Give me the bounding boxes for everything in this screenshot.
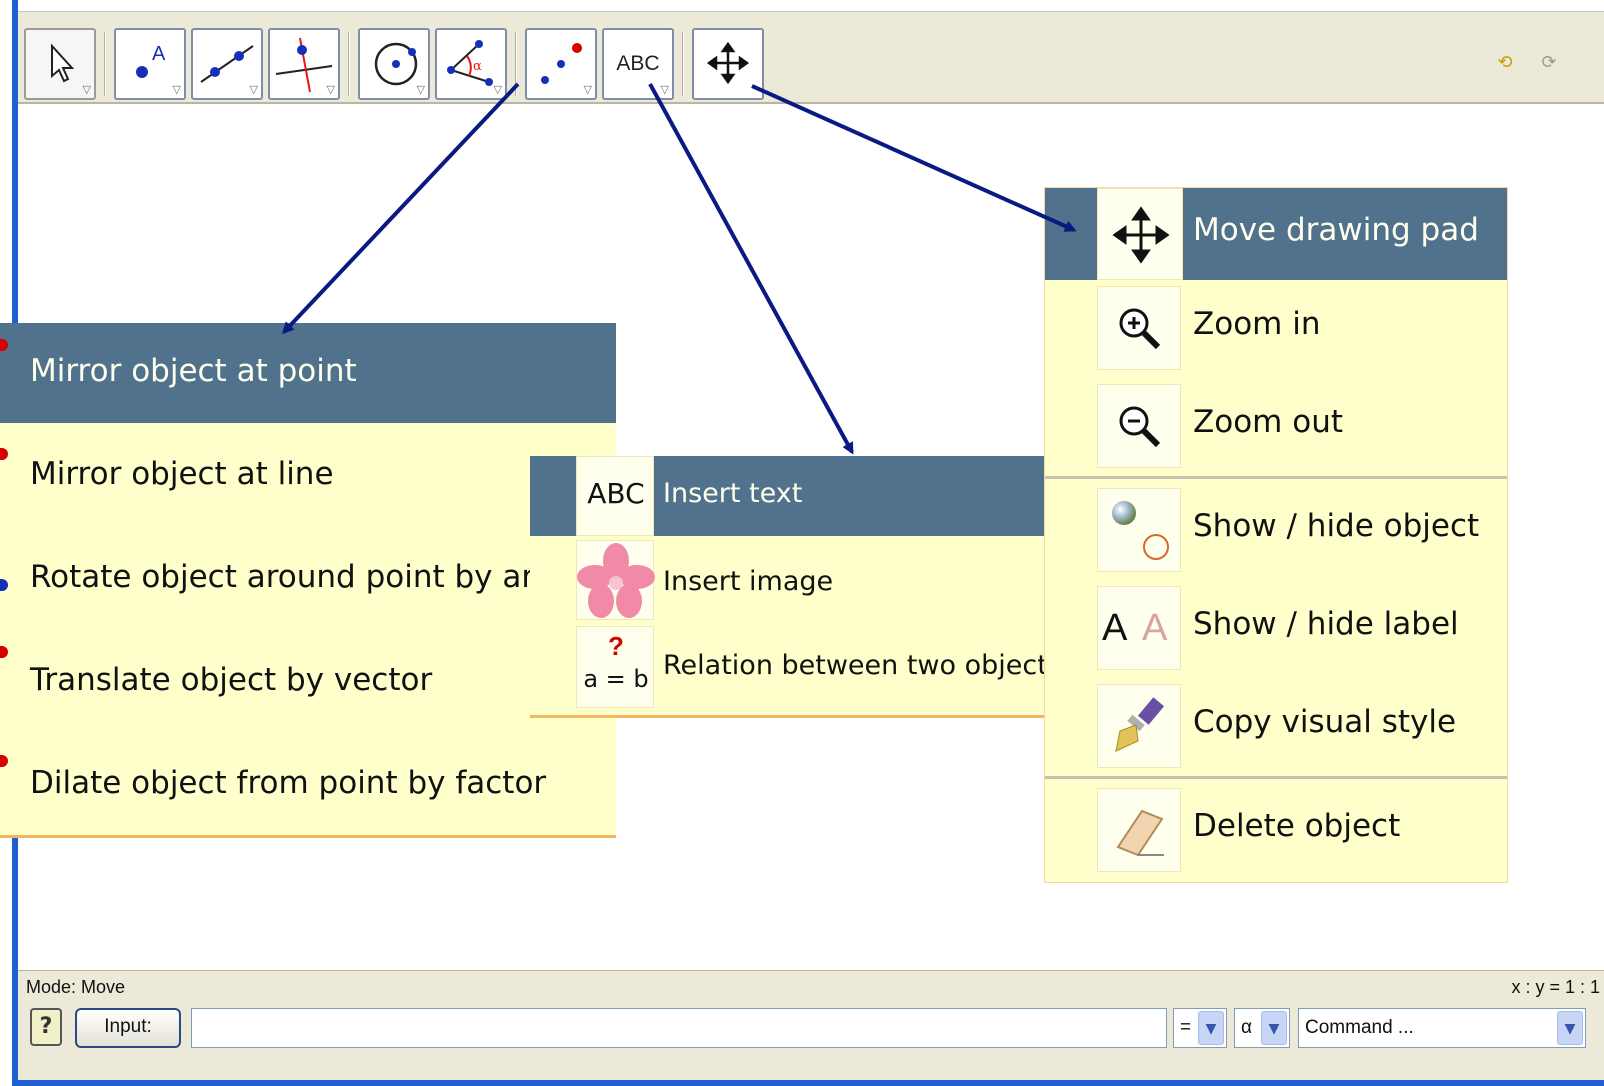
axes-ratio-label: x : y = 1 : 1 (1511, 977, 1600, 997)
menu-item-label: Mirror object at line (30, 456, 334, 492)
chevron-down-icon[interactable]: ▽ (250, 83, 258, 96)
greek-combo-value: α (1241, 1017, 1252, 1038)
arrow-to-text-menu (648, 83, 854, 455)
show-hide-label-icon: A A (1097, 586, 1181, 670)
mode-label: Mode: Move (26, 977, 126, 997)
menu-item-label: Copy visual style (1193, 704, 1457, 740)
transform-dropdown-menu: Mirror object at point Mirror object at … (0, 323, 616, 838)
menu-item-label: Mirror object at point (30, 353, 357, 389)
toolbar-separator (515, 32, 517, 96)
command-combo[interactable]: Command ... ▼ (1298, 1008, 1586, 1048)
menu-item-label: Insert text (663, 478, 803, 509)
relation-icon: ? a = b (576, 626, 654, 708)
mirror-line-icon (0, 448, 8, 460)
chevron-down-icon[interactable]: ▽ (584, 83, 592, 96)
move-tool[interactable]: ▽ (24, 28, 96, 100)
zoom-out-icon (1097, 384, 1181, 468)
show-hide-object-icon (1097, 488, 1181, 572)
flower-icon (576, 540, 655, 620)
menu-item-label: Delete object (1193, 808, 1401, 844)
chevron-down-icon[interactable]: ▽ (83, 83, 91, 96)
chevron-down-icon[interactable]: ▽ (327, 83, 335, 96)
move-cross-icon (706, 41, 750, 85)
move-drawing-pad-tool[interactable] (692, 28, 764, 100)
menu-item-copy-visual-style[interactable]: Copy visual style (1045, 678, 1507, 776)
text-dropdown-menu: ABC Insert text Insert image ? a = b Rel… (530, 456, 1048, 718)
circle-tool[interactable]: ▽ (358, 28, 430, 100)
menu-item-label: Zoom out (1193, 404, 1343, 440)
redo-icon[interactable]: ⟳ (1538, 52, 1560, 74)
menu-item-zoom-in[interactable]: Zoom in (1045, 280, 1507, 378)
menu-item-label: Translate object by vector (30, 662, 433, 698)
mirror-point-icon (0, 339, 8, 351)
abc-icon: ABC (616, 52, 660, 75)
menu-item-label: Relation between two objects (663, 650, 1048, 681)
menu-item-label: Zoom in (1193, 306, 1321, 342)
menu-item-dilate[interactable]: Dilate object from point by factor (0, 735, 616, 835)
menu-item-mirror-point[interactable]: Mirror object at point (0, 323, 616, 423)
menu-bar-strip (18, 0, 1604, 12)
chevron-down-icon[interactable]: ▽ (173, 83, 181, 96)
insert-text-tool[interactable]: ABC ▽ (602, 28, 674, 100)
menu-item-insert-text[interactable]: ABC Insert text (530, 456, 1048, 536)
toolbar: ▽ A ▽ ▽ ▽ ▽ α ▽ ▽ ABC ▽ ⟲ ⟳ (18, 12, 1604, 104)
help-button[interactable]: ? (30, 1008, 62, 1046)
menu-item-mirror-line[interactable]: Mirror object at line (0, 426, 616, 529)
angle-tool[interactable]: α ▽ (435, 28, 507, 100)
symbol-combo-value: = (1180, 1017, 1192, 1038)
paintbrush-icon (1097, 684, 1181, 768)
menu-item-rotate[interactable]: Rotate object around point by angle (0, 529, 616, 632)
menu-item-label: Show / hide label (1193, 606, 1459, 642)
toolbar-separator (104, 32, 106, 96)
menu-group-separator (1045, 476, 1507, 479)
chevron-down-icon[interactable]: ▽ (661, 83, 669, 96)
eraser-icon (1097, 788, 1181, 872)
menu-item-zoom-out[interactable]: Zoom out (1045, 378, 1507, 476)
menu-item-show-hide-object[interactable]: Show / hide object (1045, 482, 1507, 580)
line-through-two-points-tool[interactable]: ▽ (191, 28, 263, 100)
input-button[interactable]: Input: (75, 1008, 181, 1048)
input-bar: ? Input: = ▼ α ▼ Command ... ▼ (18, 1002, 1604, 1080)
status-bar: Mode: Move x : y = 1 : 1 (18, 970, 1604, 1002)
menu-item-translate[interactable]: Translate object by vector (0, 632, 616, 735)
menu-item-label: Insert image (663, 566, 834, 597)
translate-icon (0, 646, 8, 658)
toolbar-separator (348, 32, 350, 96)
window-frame-bottom (12, 1080, 1604, 1086)
chevron-down-icon[interactable]: ▼ (1198, 1011, 1224, 1045)
move-cross-icon (1097, 188, 1183, 280)
arrow-to-move-menu (751, 84, 1077, 232)
new-point-tool[interactable]: A ▽ (114, 28, 186, 100)
menu-item-show-hide-label[interactable]: A A Show / hide label (1045, 580, 1507, 678)
rotate-icon (0, 579, 8, 591)
menu-item-insert-image[interactable]: Insert image (530, 536, 1048, 624)
menu-item-move-drawing-pad[interactable]: Move drawing pad (1045, 188, 1507, 280)
chevron-down-icon[interactable]: ▼ (1557, 1011, 1583, 1045)
mirror-point-tool[interactable]: ▽ (525, 28, 597, 100)
undo-icon[interactable]: ⟲ (1494, 52, 1516, 74)
arrow-to-transform-menu (281, 82, 520, 335)
menu-group-separator (1045, 776, 1507, 779)
command-combo-value: Command ... (1305, 1017, 1414, 1038)
zoom-in-icon (1097, 286, 1181, 370)
abc-icon: ABC (576, 456, 654, 536)
chevron-down-icon[interactable]: ▽ (494, 83, 502, 96)
menu-item-relation[interactable]: ? a = b Relation between two objects (530, 624, 1048, 715)
svg-text:A: A (152, 43, 166, 65)
toolbar-separator (682, 32, 684, 96)
symbol-combo[interactable]: = ▼ (1173, 1008, 1227, 1048)
move-dropdown-menu: Move drawing pad Zoom in Zoom out Show /… (1044, 187, 1508, 883)
dilate-icon (0, 755, 8, 767)
menu-item-label: Move drawing pad (1193, 212, 1479, 248)
menu-item-label: Rotate object around point by angle (30, 559, 589, 595)
input-field[interactable] (191, 1008, 1167, 1048)
perpendicular-line-tool[interactable]: ▽ (268, 28, 340, 100)
svg-text:α: α (473, 59, 482, 74)
chevron-down-icon[interactable]: ▽ (417, 83, 425, 96)
menu-item-label: Show / hide object (1193, 508, 1480, 544)
chevron-down-icon[interactable]: ▼ (1261, 1011, 1287, 1045)
menu-item-delete-object[interactable]: Delete object (1045, 782, 1507, 880)
greek-combo[interactable]: α ▼ (1234, 1008, 1290, 1048)
menu-item-label: Dilate object from point by factor (30, 765, 547, 801)
